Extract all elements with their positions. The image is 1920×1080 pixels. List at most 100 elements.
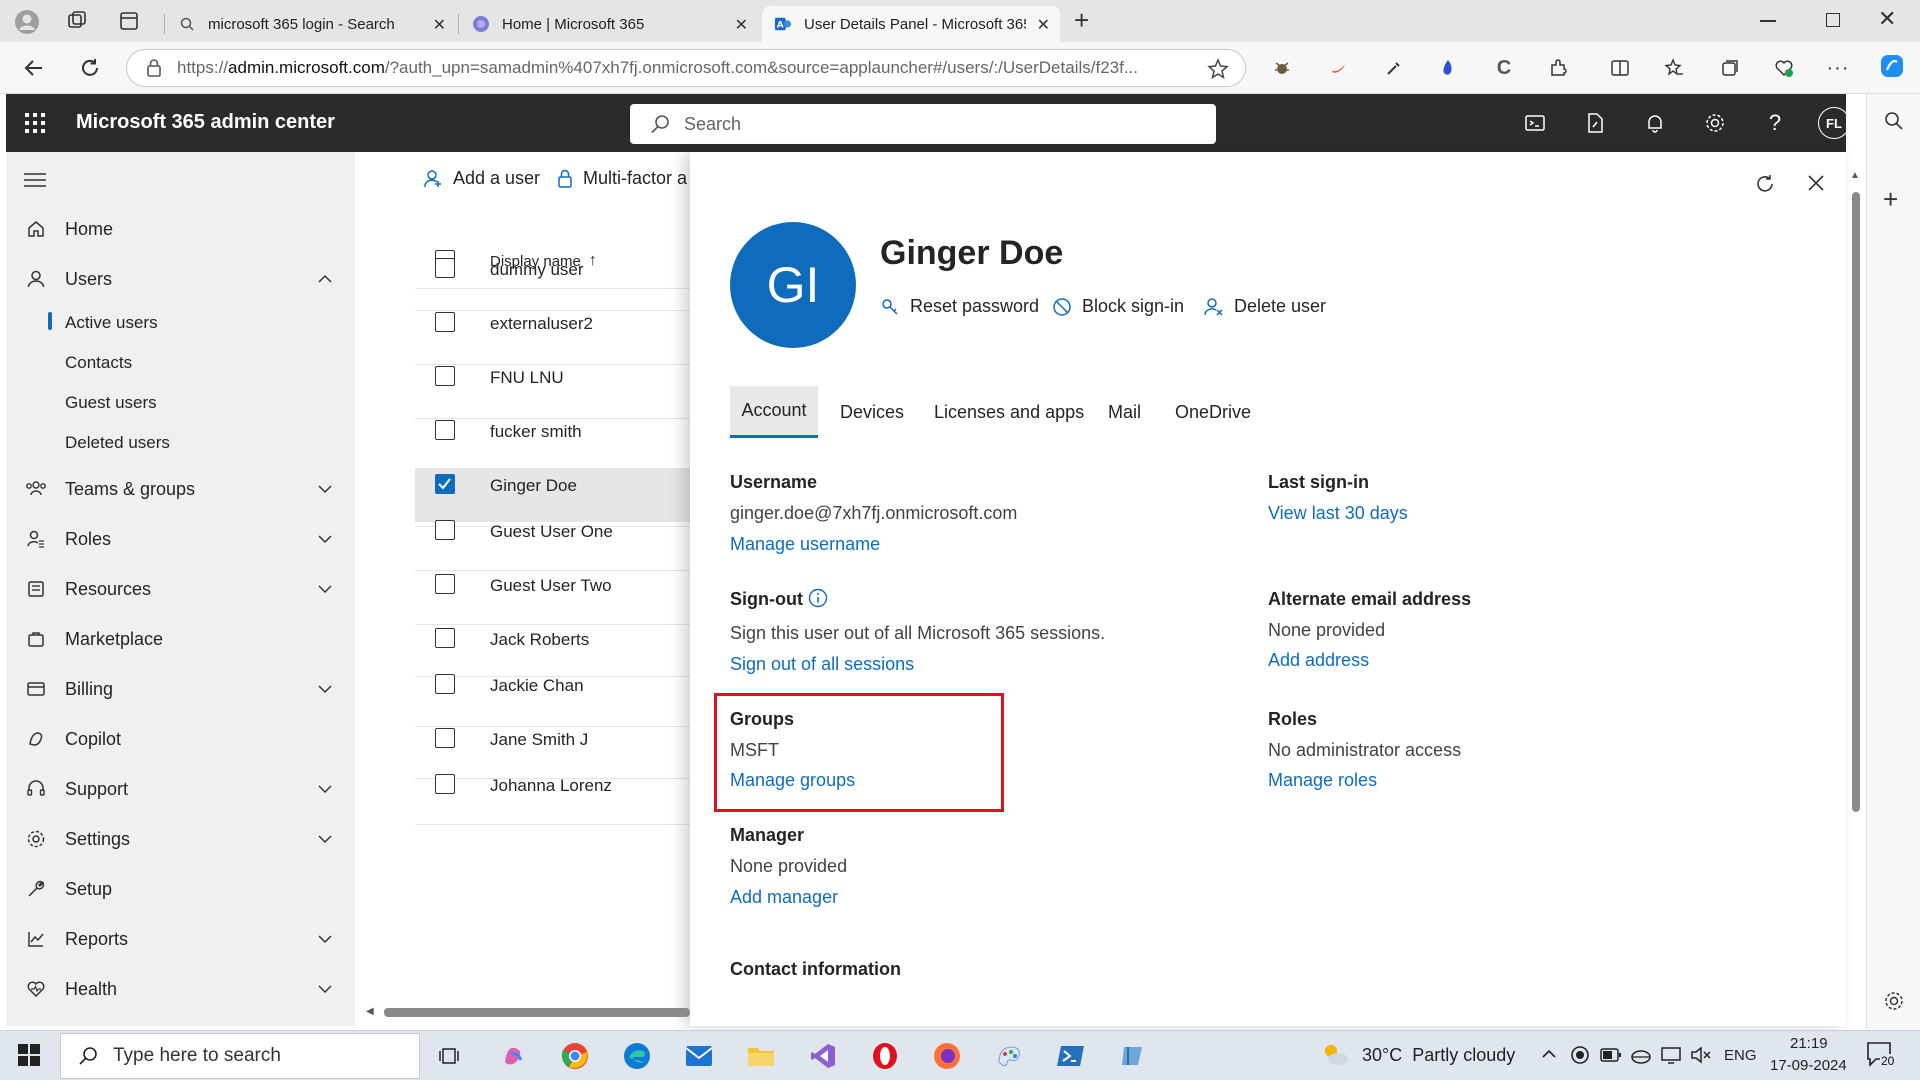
panel-scrollbar[interactable]: ▲ xyxy=(1850,170,1860,962)
extension-swift-icon[interactable] xyxy=(1320,50,1356,86)
collections-icon[interactable] xyxy=(1712,50,1748,86)
weather-icon[interactable] xyxy=(1320,1041,1350,1069)
profile-icon[interactable] xyxy=(14,9,40,35)
file-explorer-icon[interactable] xyxy=(744,1039,778,1073)
help-icon[interactable]: ? xyxy=(1760,108,1790,138)
block-signin-button[interactable]: Block sign-in xyxy=(1052,296,1184,317)
maximize-icon[interactable] xyxy=(1826,13,1840,27)
user-row-name[interactable]: Guest User Two xyxy=(490,576,612,596)
manage-groups-link[interactable]: Manage groups xyxy=(730,770,855,791)
chevron-down-icon[interactable] xyxy=(316,680,334,698)
row-checkbox[interactable] xyxy=(435,420,455,440)
tab-devices[interactable]: Devices xyxy=(840,386,904,438)
nav-health[interactable]: Health xyxy=(6,966,355,1012)
user-row-name[interactable]: FNU LNU xyxy=(490,368,564,388)
nav-guest-users[interactable]: Guest users xyxy=(65,393,157,413)
copilot-app-icon[interactable] xyxy=(496,1039,530,1073)
add-manager-link[interactable]: Add manager xyxy=(730,887,838,908)
chevron-down-icon[interactable] xyxy=(316,480,334,498)
close-panel-icon[interactable] xyxy=(1805,172,1827,194)
extension-eyedropper-icon[interactable] xyxy=(1376,50,1412,86)
nav-home[interactable]: Home xyxy=(6,206,355,252)
user-row-name[interactable]: Guest User One xyxy=(490,522,613,542)
row-checkbox[interactable] xyxy=(435,574,455,594)
extension-c-icon[interactable]: C xyxy=(1486,50,1522,86)
nav-reports[interactable]: Reports xyxy=(6,916,355,962)
scrollbar-thumb[interactable] xyxy=(1852,192,1860,812)
nav-teams-groups[interactable]: Teams & groups xyxy=(6,466,355,512)
copilot-icon[interactable] xyxy=(1874,48,1910,84)
document-icon[interactable] xyxy=(1580,108,1610,138)
volume-muted-icon[interactable] xyxy=(1690,1045,1712,1065)
nav-settings[interactable]: Settings xyxy=(6,816,355,862)
record-icon[interactable] xyxy=(1570,1045,1590,1065)
new-tab-icon[interactable]: + xyxy=(1074,7,1100,34)
tab-account[interactable]: Account xyxy=(730,386,818,438)
view-last-30-days-link[interactable]: View last 30 days xyxy=(1268,503,1408,524)
windows-start-icon[interactable] xyxy=(18,1044,40,1066)
scroll-up-arrow[interactable]: ▲ xyxy=(1850,170,1860,181)
row-checkbox[interactable] xyxy=(435,774,455,794)
chevron-down-icon[interactable] xyxy=(316,530,334,548)
taskbar-search-box[interactable]: Type here to search xyxy=(60,1033,420,1079)
browser-essentials-icon[interactable] xyxy=(1766,50,1802,86)
sidebar-add-icon[interactable]: + xyxy=(1883,186,1898,212)
extension-flame-icon[interactable] xyxy=(1430,50,1466,86)
nav-deleted-users[interactable]: Deleted users xyxy=(65,433,170,453)
nav-marketplace[interactable]: Marketplace xyxy=(6,616,355,662)
tab-mail[interactable]: Mail xyxy=(1108,386,1141,438)
admin-search-box[interactable]: Search xyxy=(630,104,1216,144)
row-checkbox[interactable] xyxy=(435,258,455,278)
chevron-down-icon[interactable] xyxy=(316,780,334,798)
powershell-icon[interactable] xyxy=(1054,1039,1088,1073)
scrollbar-thumb[interactable] xyxy=(384,1008,690,1017)
avatar[interactable]: FL xyxy=(1818,107,1850,139)
user-row-name[interactable]: dummy user xyxy=(490,260,584,280)
refresh-icon[interactable] xyxy=(1753,172,1777,196)
app-icon[interactable] xyxy=(1116,1039,1150,1073)
nav-setup[interactable]: Setup xyxy=(6,866,355,912)
back-icon[interactable] xyxy=(16,50,52,86)
minimize-icon[interactable] xyxy=(1760,20,1776,22)
network-icon[interactable] xyxy=(1630,1045,1652,1065)
terminal-icon[interactable] xyxy=(1520,108,1550,138)
scroll-left-arrow[interactable]: ◀ xyxy=(366,1006,374,1017)
row-checkbox[interactable] xyxy=(435,312,455,332)
app-title[interactable]: Microsoft 365 admin center xyxy=(76,111,335,134)
sidebar-search-icon[interactable] xyxy=(1883,110,1905,132)
nav-copilot[interactable]: Copilot xyxy=(6,716,355,762)
chevron-up-icon[interactable] xyxy=(316,270,334,288)
clock-time[interactable]: 21:19 xyxy=(1790,1035,1828,1052)
close-tab-icon[interactable]: ✕ xyxy=(433,15,446,35)
paint-icon[interactable] xyxy=(992,1039,1026,1073)
notifications-icon[interactable]: 20 xyxy=(1866,1041,1898,1071)
nav-roles[interactable]: Roles xyxy=(6,516,355,562)
weather-text[interactable]: 30°C Partly cloudy xyxy=(1362,1045,1515,1066)
app-launcher-icon[interactable] xyxy=(24,112,46,134)
user-row-name[interactable]: Ginger Doe xyxy=(490,476,577,496)
nav-contacts[interactable]: Contacts xyxy=(65,353,132,373)
close-tab-icon[interactable]: ✕ xyxy=(735,15,748,35)
tab-m365-home[interactable]: Home | Microsoft 365 ✕ xyxy=(460,6,758,42)
visual-studio-icon[interactable] xyxy=(806,1039,840,1073)
tab-bing-search[interactable]: microsoft 365 login - Search ✕ xyxy=(166,6,456,42)
row-checkbox[interactable] xyxy=(435,366,455,386)
add-address-link[interactable]: Add address xyxy=(1268,650,1369,671)
tab-onedrive[interactable]: OneDrive xyxy=(1175,386,1251,438)
row-checkbox[interactable] xyxy=(435,628,455,648)
row-checkbox[interactable] xyxy=(435,674,455,694)
chevron-down-icon[interactable] xyxy=(316,980,334,998)
more-menu-icon[interactable]: ··· xyxy=(1820,50,1856,86)
refresh-icon[interactable] xyxy=(72,50,108,86)
reset-password-button[interactable]: Reset password xyxy=(880,296,1039,317)
manage-username-link[interactable]: Manage username xyxy=(730,534,880,555)
sidebar-settings-icon[interactable] xyxy=(1883,990,1905,1012)
user-row-name[interactable]: externaluser2 xyxy=(490,314,593,334)
nav-resources[interactable]: Resources xyxy=(6,566,355,612)
user-row-name[interactable]: fucker smith xyxy=(490,422,582,442)
chevron-down-icon[interactable] xyxy=(316,930,334,948)
clock-date[interactable]: 17-09-2024 xyxy=(1770,1057,1847,1074)
tab-user-details[interactable]: A User Details Panel - Microsoft 365 ✕ xyxy=(762,6,1060,42)
language-indicator[interactable]: ENG xyxy=(1724,1047,1757,1064)
favorite-star-icon[interactable] xyxy=(1207,58,1229,80)
